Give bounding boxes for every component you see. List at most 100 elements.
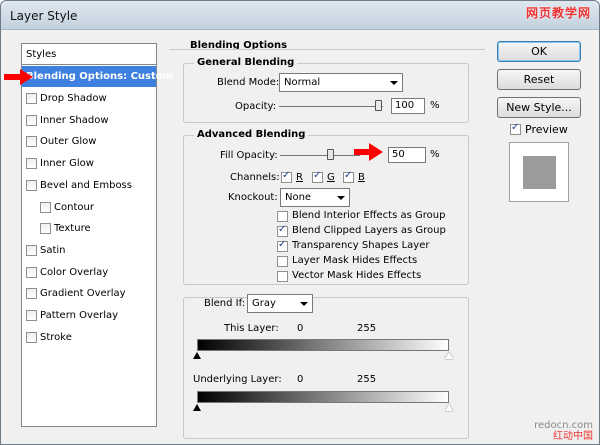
channel-label: B (358, 172, 365, 183)
styles-list-item-label: Bevel and Emboss (40, 179, 132, 191)
styles-list-item-label: Satin (40, 244, 66, 256)
fill-opacity-label: Fill Opacity: (220, 150, 278, 161)
channel-r-checkbox[interactable] (281, 170, 292, 183)
this-layer-label: This Layer: (224, 323, 279, 334)
blend-if-select[interactable]: Gray (247, 294, 313, 313)
underlying-layer-min: 0 (297, 374, 304, 385)
styles-list-item-label: Color Overlay (40, 266, 109, 278)
styles-list-checkbox[interactable] (26, 310, 37, 321)
advanced-option-checkbox[interactable] (277, 256, 288, 267)
styles-list-checkbox[interactable] (26, 266, 37, 278)
styles-list-checkbox[interactable] (26, 331, 37, 343)
styles-list-checkbox[interactable] (26, 136, 37, 148)
styles-list-item-label: Inner Glow (40, 158, 94, 170)
styles-list-checkbox[interactable] (26, 114, 37, 126)
this-layer-black-slider[interactable] (193, 352, 201, 359)
styles-list-item-label: Blending Options: Custom (26, 71, 174, 82)
styles-list-item[interactable]: Pattern Overlay (22, 305, 156, 326)
underlying-layer-black-slider[interactable] (193, 404, 201, 411)
styles-list-item[interactable]: Color Overlay (22, 262, 156, 283)
watermark-text: 红动中国 (553, 431, 593, 442)
advanced-option-label: Transparency Shapes Layer (292, 240, 430, 251)
advanced-option-checkbox[interactable] (277, 224, 288, 237)
advanced-option-checkbox[interactable] (277, 211, 288, 222)
channel-b-checkbox[interactable] (343, 170, 354, 183)
channels-label: Channels: (230, 172, 280, 183)
styles-list-item[interactable]: Inner Shadow (22, 110, 156, 131)
advanced-option-label: Blend Clipped Layers as Group (292, 225, 446, 236)
styles-list-checkbox[interactable] (26, 179, 37, 191)
this-layer-min: 0 (297, 323, 304, 334)
ok-button[interactable]: OK (497, 41, 581, 62)
advanced-blending-title: Advanced Blending (194, 129, 309, 140)
fill-opacity-unit: % (430, 149, 440, 160)
advanced-option-checkbox[interactable] (277, 271, 288, 282)
styles-list-item-label: Inner Shadow (40, 114, 109, 126)
preview-thumbnail (509, 142, 569, 202)
advanced-option-label: Blend Interior Effects as Group (292, 210, 446, 221)
styles-list-item[interactable]: Gradient Overlay (22, 283, 156, 304)
underlying-layer-white-slider[interactable] (445, 404, 453, 411)
watermark-bottom: redocn.com 红动中国 (534, 420, 593, 442)
red-arrow-icon (4, 69, 33, 85)
styles-list-item[interactable]: Stroke (22, 327, 156, 348)
general-blending-group: General Blending Blend Mode: Normal Opac… (183, 57, 469, 123)
fill-opacity-slider-track[interactable] (280, 155, 360, 156)
styles-list-item[interactable]: Drop Shadow (22, 88, 156, 109)
styles-list-checkbox[interactable] (40, 223, 51, 235)
opacity-slider-track[interactable] (279, 106, 383, 107)
opacity-label: Opacity: (235, 101, 277, 112)
styles-list-item[interactable]: Contour (22, 197, 156, 218)
watermark-url: redocn.com (534, 420, 593, 431)
underlying-layer-label: Underlying Layer: (193, 374, 282, 385)
channel-label: G (327, 172, 335, 183)
opacity-input[interactable]: 100 (391, 98, 425, 114)
blend-mode-select[interactable]: Normal (279, 73, 403, 92)
styles-list-item[interactable]: Satin (22, 240, 156, 261)
advanced-option-label: Vector Mask Hides Effects (292, 270, 422, 281)
title-bar: Layer Style 网页教学网 (1, 1, 599, 30)
opacity-unit: % (430, 100, 440, 111)
blend-if-label: Blend If: (204, 298, 246, 309)
styles-list-item[interactable]: Inner Glow (22, 153, 156, 174)
blend-if-group: Blend If: Gray This Layer: 0 255 Underly… (183, 294, 469, 439)
styles-list-checkbox[interactable] (26, 288, 37, 300)
styles-list-item[interactable]: Bevel and Emboss (22, 175, 156, 196)
styles-list-item-label: Stroke (40, 331, 72, 343)
reset-button[interactable]: Reset (497, 69, 581, 90)
fill-opacity-slider-thumb[interactable] (327, 149, 334, 160)
styles-list: Styles Blending Options: Custom Drop Sha… (21, 43, 173, 427)
this-layer-gradient (197, 339, 449, 351)
chevron-down-icon (300, 302, 308, 306)
new-style-button[interactable]: New Style... (497, 97, 581, 118)
styles-list-checkbox[interactable] (26, 244, 37, 256)
chevron-down-icon (390, 81, 398, 85)
styles-list-item-label: Texture (54, 223, 91, 235)
watermark-top: 网页教学网 (525, 6, 591, 20)
styles-list-item[interactable]: Texture (22, 218, 156, 239)
knockout-select[interactable]: None (280, 188, 350, 207)
styles-list-item-label: Contour (54, 201, 94, 213)
styles-list-checkbox[interactable] (26, 93, 37, 104)
styles-list-item-label: Outer Glow (40, 136, 97, 148)
styles-list-header[interactable]: Styles (22, 44, 156, 65)
advanced-blending-group: Advanced Blending Fill Opacity: 50 % Cha… (183, 129, 469, 285)
styles-list-item[interactable]: Outer Glow (22, 131, 156, 152)
preview-checkbox[interactable] (510, 122, 521, 135)
underlying-layer-max: 255 (357, 374, 377, 385)
channel-g-checkbox[interactable] (312, 170, 323, 183)
fill-opacity-input[interactable]: 50 (388, 147, 426, 163)
styles-list-checkbox[interactable] (26, 158, 37, 170)
styles-list-item-label: Drop Shadow (40, 93, 107, 104)
general-blending-title: General Blending (194, 57, 298, 68)
blend-mode-label: Blend Mode: (217, 77, 280, 88)
knockout-value: None (285, 192, 312, 203)
advanced-option-checkbox[interactable] (277, 239, 288, 252)
layer-style-dialog: Layer Style 网页教学网 Styles Blending Option… (0, 0, 600, 445)
chevron-down-icon (337, 196, 345, 200)
this-layer-white-slider[interactable] (445, 352, 453, 359)
opacity-slider-thumb[interactable] (375, 100, 382, 111)
styles-list-checkbox[interactable] (40, 201, 51, 213)
styles-list-item-label: Pattern Overlay (40, 310, 119, 321)
styles-list-item-blending-options[interactable]: Blending Options: Custom (22, 66, 173, 87)
